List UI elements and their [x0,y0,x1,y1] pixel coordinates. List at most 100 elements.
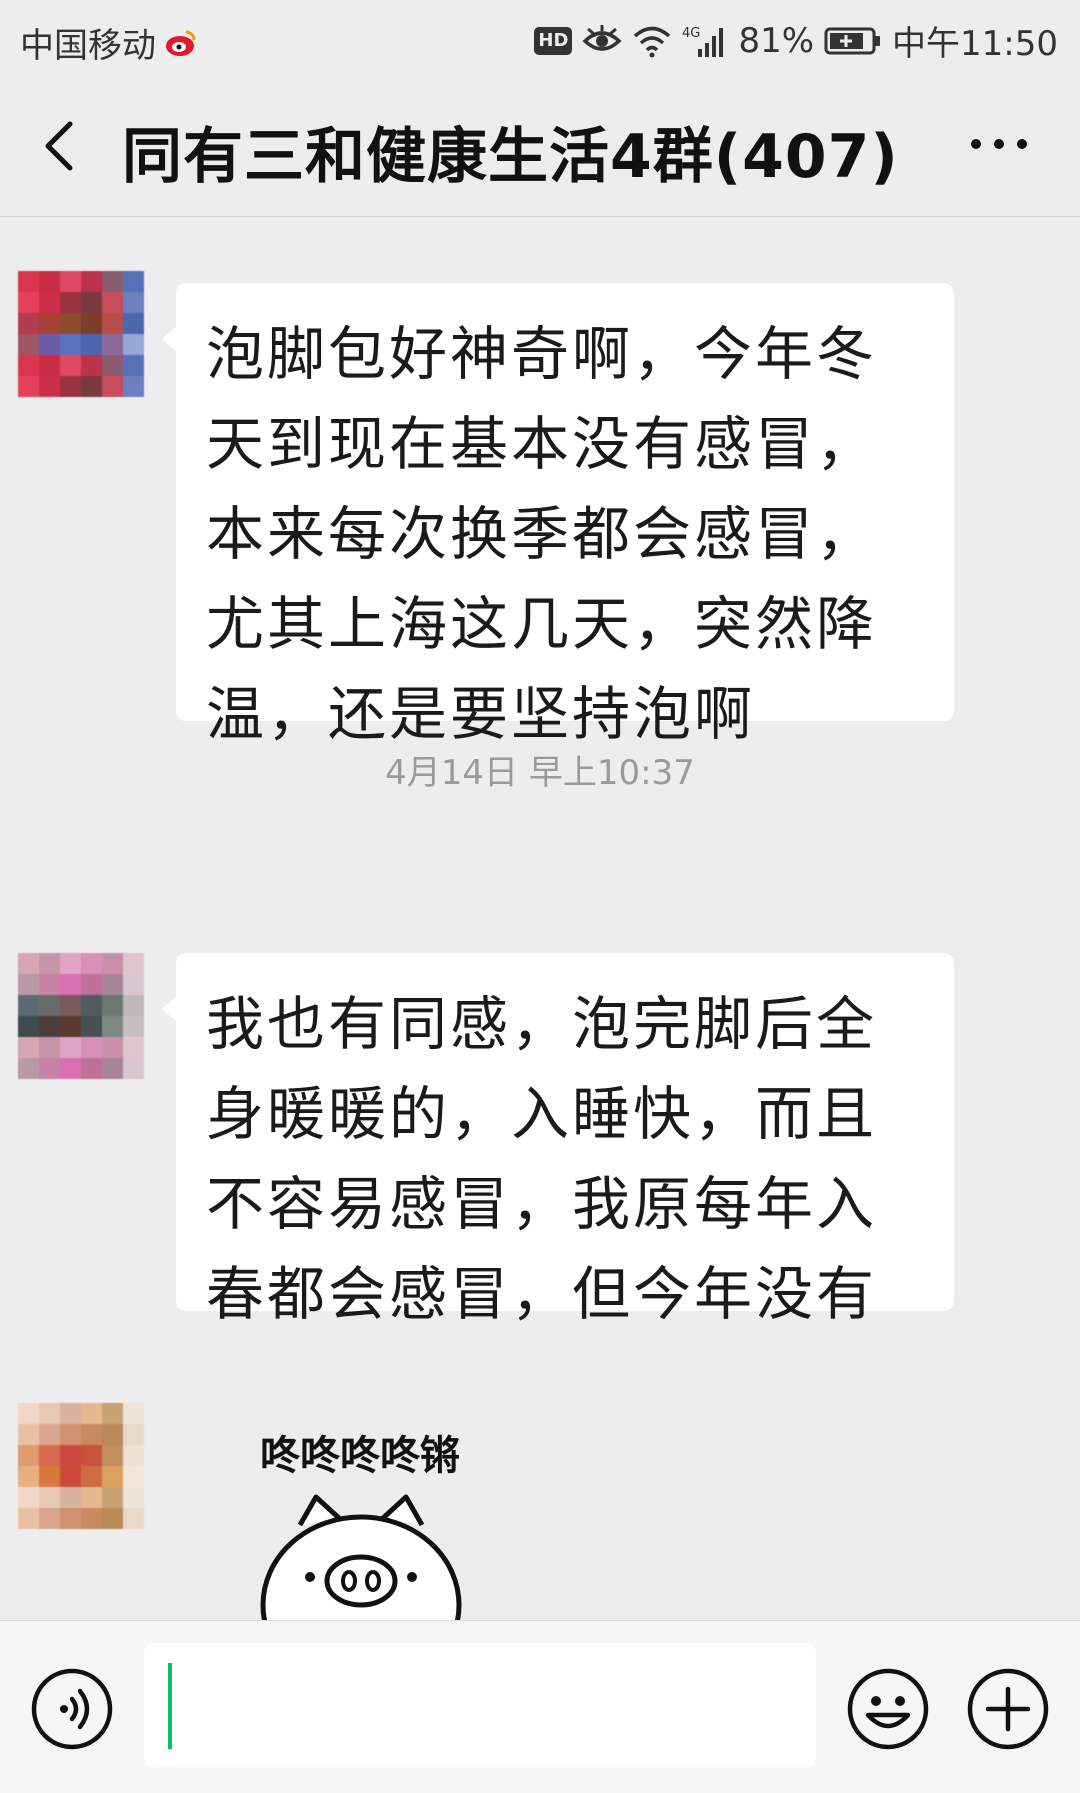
avatar-pixel [60,1508,81,1529]
avatar-pixel [18,355,39,376]
avatar-pixel [39,1016,60,1037]
avatar-pixel [39,1424,60,1445]
avatar-pixel [123,1445,144,1466]
avatar-pixel [123,1424,144,1445]
avatar-pixel [39,1466,60,1487]
avatar-pixel [39,1508,60,1529]
avatar-pixel [60,1487,81,1508]
avatar-pixel [60,1424,81,1445]
avatar-pixel [39,1445,60,1466]
avatar-pixel [123,334,144,355]
avatar-pixel [102,1058,123,1079]
plus-icon[interactable] [966,1667,1050,1751]
avatar-pixel [18,376,39,397]
avatar-pixel [81,313,102,334]
avatar-pixel [123,995,144,1016]
emoji-icon[interactable] [846,1667,930,1751]
avatar-pixel [123,292,144,313]
avatar-pixel [39,271,60,292]
avatar-pixel [60,1016,81,1037]
chat-area[interactable]: 泡脚包好神奇啊，今年冬天到现在基本没有感冒，本来每次换季都会感冒，尤其上海这几天… [0,217,1080,1620]
avatar-pixel [39,334,60,355]
sticker-message[interactable]: 咚咚咚咚锵 [248,1415,508,1620]
avatar-pixel [60,355,81,376]
avatar-pixel [102,355,123,376]
avatar-pixel [102,974,123,995]
avatar-pixel [60,1058,81,1079]
avatar-pixel [60,1403,81,1424]
message-bubble[interactable]: 泡脚包好神奇啊，今年冬天到现在基本没有感冒，本来每次换季都会感冒，尤其上海这几天… [162,283,954,748]
avatar-pixel [39,1058,60,1079]
message-input[interactable] [144,1643,816,1767]
avatar-pixel [81,1445,102,1466]
input-bar [0,1620,1080,1793]
chat-header: 同有三和健康生活4群(407) [0,76,1080,217]
avatar-pixel [81,953,102,974]
avatar-pixel [102,271,123,292]
avatar-pixel [18,1445,39,1466]
avatar-pixel [102,953,123,974]
chevron-left-icon[interactable] [30,114,90,178]
chat-title: 同有三和健康生活4群(407) [122,122,899,192]
avatar-pixel [39,1037,60,1058]
status-right: HD 4G 81% 中午11:50 [534,16,1058,65]
avatar-pixel [18,1424,39,1445]
clock: 中午11:50 [892,24,1058,64]
network-label: 4G [682,26,700,41]
avatar-pixel [39,953,60,974]
message-text: 我也有同感，泡完脚后全身暖暖的，入睡快，而且不容易感冒，我原每年入春都会感冒，但… [206,990,878,1328]
avatar-pixel [123,953,144,974]
text-cursor [168,1663,172,1749]
eye-icon [582,24,622,51]
avatar-pixel [81,334,102,355]
avatar-pixel [123,376,144,397]
avatar-pixel [18,271,39,292]
avatar-pixel [81,1466,102,1487]
avatar-pixel [81,1037,102,1058]
avatar-pixel [123,1403,144,1424]
avatar-pixel [18,1037,39,1058]
avatar-pixel [39,376,60,397]
avatar-pixel [123,1466,144,1487]
avatar-pixel [18,313,39,334]
message-bubble[interactable]: 我也有同感，泡完脚后全身暖暖的，入睡快，而且不容易感冒，我原每年入春都会感冒，但… [162,953,954,1328]
avatar-pixel [102,995,123,1016]
avatar-pixel [102,313,123,334]
avatar-pixel [39,1487,60,1508]
avatar-pixel [81,995,102,1016]
avatar-pixel [81,1403,102,1424]
avatar-pixel [39,995,60,1016]
avatar-pixel [81,376,102,397]
more-dots-icon[interactable] [964,124,1034,164]
avatar-pixel [81,355,102,376]
avatar[interactable] [18,953,144,1079]
avatar-pixel [60,995,81,1016]
avatar[interactable] [18,271,144,397]
avatar-pixel [81,1016,102,1037]
avatar[interactable] [18,1403,144,1529]
avatar-pixel [18,1403,39,1424]
avatar-pixel [60,292,81,313]
avatar-pixel [18,1058,39,1079]
avatar-pixel [60,1445,81,1466]
avatar-pixel [18,334,39,355]
battery-percent: 81% [738,20,815,61]
avatar-pixel [81,1424,102,1445]
avatar-pixel [18,953,39,974]
avatar-pixel [123,1016,144,1037]
avatar-pixel [60,376,81,397]
timestamp: 4月14日 早上10:37 [385,753,695,793]
avatar-pixel [39,974,60,995]
avatar-pixel [102,1466,123,1487]
voice-icon[interactable] [30,1667,114,1751]
avatar-pixel [18,1016,39,1037]
sticker-caption: 咚咚咚咚锵 [260,1433,460,1479]
avatar-pixel [123,313,144,334]
avatar-pixel [123,1058,144,1079]
wifi-icon [634,26,671,57]
avatar-pixel [18,995,39,1016]
avatar-pixel [18,1508,39,1529]
avatar-pixel [102,1445,123,1466]
avatar-pixel [81,974,102,995]
message-text: 泡脚包好神奇啊，今年冬天到现在基本没有感冒，本来每次换季都会感冒，尤其上海这几天… [206,320,878,748]
